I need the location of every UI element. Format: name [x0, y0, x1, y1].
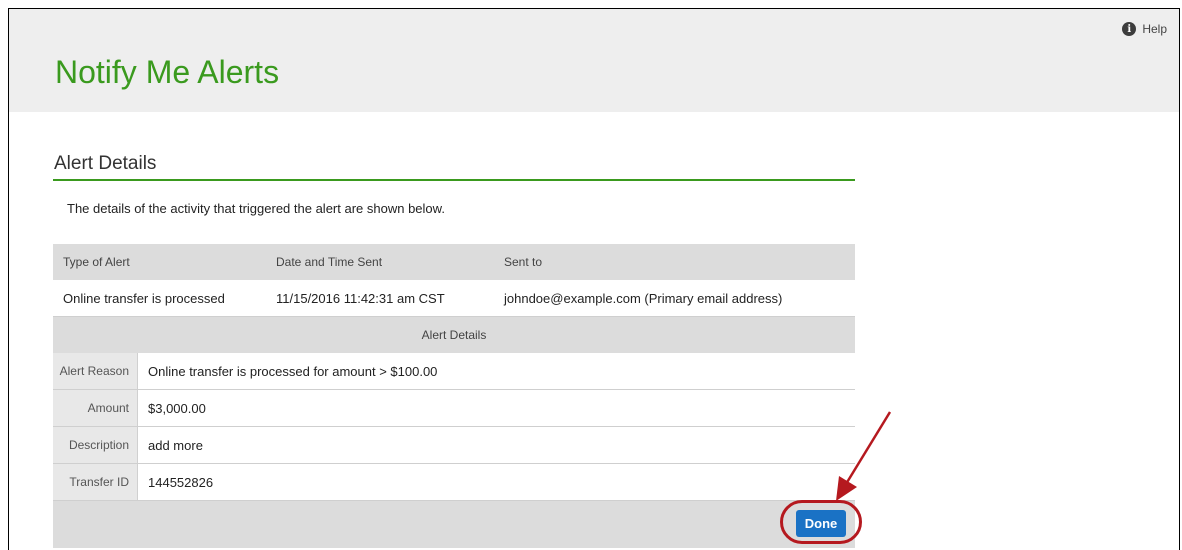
annotation-arrow-icon: [836, 411, 892, 501]
